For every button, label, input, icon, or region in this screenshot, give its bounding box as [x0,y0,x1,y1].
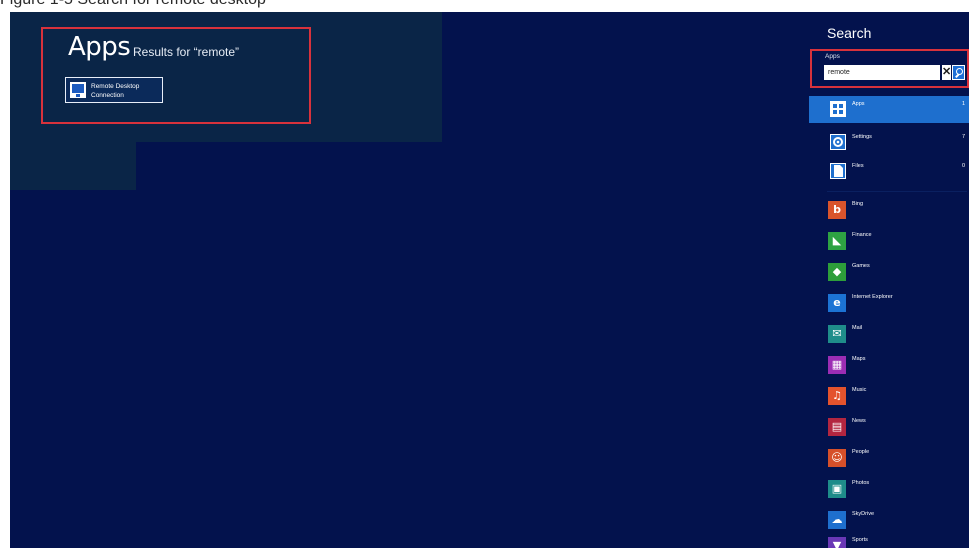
page-heading-strip: Figure 1-5 Search for remote desktop [0,0,969,12]
scope-label: Apps [852,101,865,107]
results-background-tail [10,142,136,190]
apps-icon [830,101,846,117]
app-item-sports[interactable]: ▼ Sports [809,535,969,548]
app-item-finance[interactable]: ◣ Finance [809,230,969,252]
app-item-music[interactable]: ♫ Music [809,385,969,407]
search-scope-label: Apps [825,53,840,60]
app-item-mail[interactable]: ✉ Mail [809,323,969,345]
app-label: Internet Explorer [852,294,893,300]
maps-icon: ▦ [828,356,846,374]
app-item-internet-explorer[interactable]: e Internet Explorer [809,292,969,314]
app-item-people[interactable]: ☺ People [809,447,969,469]
search-charm-pane: Search Apps ✕ Apps 1 Settings 7 Files 0 b Bing… [809,12,969,548]
scope-divider [827,191,967,192]
app-item-news[interactable]: ▤ News [809,416,969,438]
app-item-bing[interactable]: b Bing [809,199,969,221]
app-label: Sports [852,537,868,543]
scope-count: 1 [961,101,965,107]
app-item-skydrive[interactable]: ☁ SkyDrive [809,509,969,531]
scope-count: 7 [961,134,965,140]
results-subtitle: Results for “remote” [133,45,240,59]
page-heading: Figure 1-5 Search for remote desktop [0,0,266,9]
start-screen: Apps Results for “remote” Remote Desktop… [10,12,969,548]
app-label: Maps [852,356,866,362]
app-label: Photos [852,480,870,486]
scope-item-files[interactable]: Files 0 [809,158,969,185]
app-label: People [852,449,870,455]
results-title: Apps [68,32,131,62]
app-label: Games [852,263,870,269]
finance-icon: ◣ [828,232,846,250]
scope-label: Files [852,163,864,169]
people-icon: ☺ [828,449,846,467]
mail-icon: ✉ [828,325,846,343]
scope-count: 0 [961,163,965,169]
app-label: Music [852,387,867,393]
remote-desktop-icon [70,82,86,98]
scope-item-settings[interactable]: Settings 7 [809,129,969,156]
app-item-games[interactable]: ◆ Games [809,261,969,283]
app-label: Bing [852,201,864,207]
document-icon [830,163,846,179]
sports-icon: ▼ [828,537,846,548]
search-input[interactable] [824,65,940,80]
photos-icon: ▣ [828,480,846,498]
scope-item-apps[interactable]: Apps 1 [809,96,969,123]
internet-explorer-icon: e [828,294,846,312]
gear-icon [830,134,846,150]
app-item-photos[interactable]: ▣ Photos [809,478,969,500]
scope-label: Settings [852,134,872,140]
news-icon: ▤ [828,418,846,436]
bing-icon: b [828,201,846,219]
app-item-maps[interactable]: ▦ Maps [809,354,969,376]
app-label: Finance [852,232,872,238]
search-title: Search [827,25,872,41]
remote-desktop-label: Remote Desktop Connection [91,83,140,99]
clear-search-button[interactable]: ✕ [942,65,951,80]
music-icon: ♫ [828,387,846,405]
skydrive-icon: ☁ [828,511,846,529]
remote-desktop-tile[interactable]: Remote Desktop Connection [65,77,163,103]
search-go-button[interactable] [952,65,965,80]
app-label: SkyDrive [852,511,875,517]
app-label: Mail [852,325,863,331]
games-icon: ◆ [828,263,846,281]
app-label: News [852,418,866,424]
